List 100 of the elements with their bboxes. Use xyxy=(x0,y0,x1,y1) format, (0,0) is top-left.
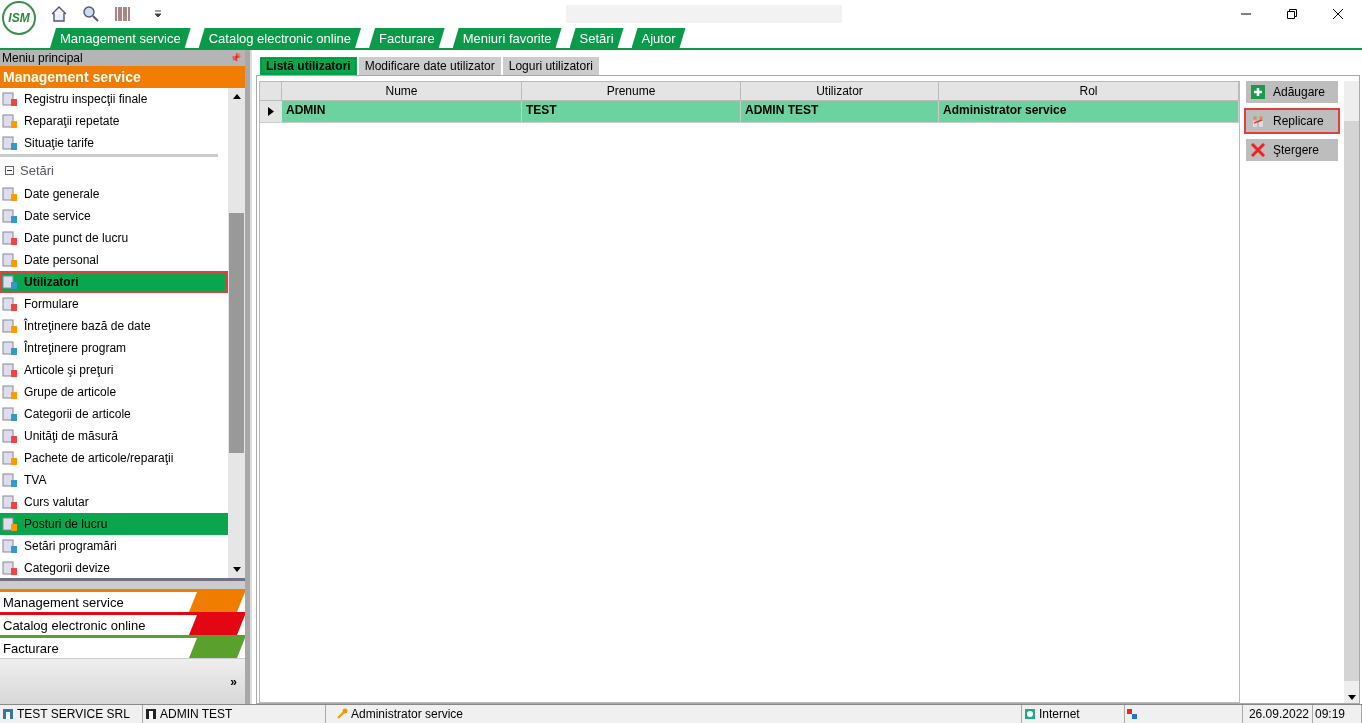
module-icon xyxy=(189,615,245,635)
scroll-down-icon[interactable] xyxy=(1347,695,1356,700)
key-icon xyxy=(336,708,348,720)
menu-item[interactable]: Articole şi preţuri xyxy=(0,359,228,381)
search-icon[interactable] xyxy=(82,5,100,23)
item-icon xyxy=(2,113,18,129)
tab[interactable]: Listă utilizatori xyxy=(260,57,357,75)
menu-item[interactable]: Setări programări xyxy=(0,535,228,557)
item-icon xyxy=(2,296,18,312)
menu-tab[interactable]: Management service xyxy=(50,28,191,48)
tab[interactable]: Loguri utilizatori xyxy=(502,57,599,75)
collapse-icon[interactable] xyxy=(5,165,14,175)
table-row[interactable]: ADMIN TEST ADMIN TEST Administrator service xyxy=(260,101,1239,123)
row-header[interactable] xyxy=(260,101,282,122)
scrollbar[interactable] xyxy=(228,88,245,578)
menu-item[interactable]: Pachete de articole/reparaţii xyxy=(0,447,228,469)
menu-item[interactable]: Unităţi de măsură xyxy=(0,425,228,447)
close-icon[interactable] xyxy=(1332,8,1344,20)
status-icon xyxy=(1127,709,1137,719)
company-name: TEST SERVICE SRL xyxy=(17,707,130,721)
module-button[interactable]: Management service xyxy=(0,589,245,612)
menu-tab[interactable]: Setări xyxy=(569,28,624,48)
user-role: Administrator service xyxy=(351,707,464,721)
more-button[interactable]: » xyxy=(230,674,237,689)
item-label: Date punct de lucru xyxy=(24,231,129,245)
user-name: ADMIN TEST xyxy=(160,707,233,721)
menu-item[interactable]: TVA xyxy=(0,469,228,491)
item-label: Registru inspecţii finale xyxy=(24,92,148,106)
scroll-up-icon[interactable] xyxy=(232,94,241,99)
scroll-thumb[interactable] xyxy=(229,213,244,453)
item-icon xyxy=(2,91,18,107)
table-cell: ADMIN xyxy=(282,101,522,122)
restore-icon[interactable] xyxy=(1286,8,1298,20)
home-icon[interactable] xyxy=(50,5,68,23)
action-button[interactable]: Adăugare xyxy=(1246,81,1338,103)
dropdown-icon[interactable] xyxy=(154,10,162,18)
building-icon xyxy=(2,708,14,720)
item-icon xyxy=(2,560,18,576)
group-header[interactable]: Setări xyxy=(0,154,218,183)
item-label: Date personal xyxy=(24,253,99,267)
item-label: Reparaţii repetate xyxy=(24,114,120,128)
time-label: 09:19 xyxy=(1315,707,1346,721)
menu-tab[interactable]: Catalog electronic online xyxy=(198,28,362,48)
menu-item[interactable]: Întreţinere bază de date xyxy=(0,315,228,337)
item-icon xyxy=(2,252,18,268)
item-label: Date service xyxy=(24,209,91,223)
menu-item[interactable]: Posturi de lucru xyxy=(0,513,228,535)
users-icon xyxy=(1251,114,1265,128)
menu-item[interactable]: Categorii devize xyxy=(0,557,228,578)
item-icon xyxy=(2,274,18,290)
panel-title: Meniu principal xyxy=(2,51,83,65)
item-icon xyxy=(2,516,18,532)
menu-item[interactable]: Date service xyxy=(0,205,228,227)
tab[interactable]: Modificare date utilizator xyxy=(358,57,501,75)
menu-item[interactable]: Utilizatori xyxy=(0,271,228,293)
item-label: Grupe de articole xyxy=(24,385,117,399)
menu-item[interactable]: Formulare xyxy=(0,293,228,315)
menu-item[interactable]: Reparaţii repetate xyxy=(0,110,228,132)
module-button[interactable]: Catalog electronic online xyxy=(0,612,245,635)
scroll-down-icon[interactable] xyxy=(232,567,241,572)
menu-item[interactable]: Curs valutar xyxy=(0,491,228,513)
action-button[interactable]: Ştergere xyxy=(1246,139,1338,161)
column-header[interactable]: Rol xyxy=(939,82,1239,101)
menu-tab[interactable]: Ajutor xyxy=(631,28,686,48)
menu-tab[interactable]: Facturare xyxy=(369,28,445,48)
item-icon xyxy=(2,135,18,151)
menu-item[interactable]: Date generale xyxy=(0,183,228,205)
item-icon xyxy=(2,318,18,334)
item-label: Formulare xyxy=(24,297,79,311)
menu-tab[interactable]: Meniuri favorite xyxy=(452,28,562,48)
person-icon xyxy=(145,708,157,720)
column-header[interactable]: Utilizator xyxy=(741,82,939,101)
item-label: Pachete de articole/reparaţii xyxy=(24,451,174,465)
menu-item[interactable]: Registru inspecţii finale xyxy=(0,88,228,110)
menu-item[interactable]: Grupe de articole xyxy=(0,381,228,403)
menu-item[interactable]: Situaţie tarife xyxy=(0,132,228,154)
action-button[interactable]: Replicare xyxy=(1246,110,1338,132)
item-icon xyxy=(2,208,18,224)
column-header[interactable]: Prenume xyxy=(522,82,741,101)
menu-item[interactable]: Întreţinere program xyxy=(0,337,228,359)
item-label: Întreţinere program xyxy=(24,341,127,355)
barcode-icon[interactable] xyxy=(114,5,132,23)
item-icon xyxy=(2,384,18,400)
menu-item[interactable]: Date punct de lucru xyxy=(0,227,228,249)
module-icon xyxy=(189,638,245,658)
menu-item[interactable]: Categorii de articole xyxy=(0,403,228,425)
item-icon xyxy=(2,230,18,246)
column-header[interactable]: Nume xyxy=(282,82,522,101)
item-label: Articole şi preţuri xyxy=(24,363,114,377)
table-cell: ADMIN TEST xyxy=(741,101,939,122)
item-label: Unităţi de măsură xyxy=(24,429,119,443)
item-icon xyxy=(2,186,18,202)
module-icon xyxy=(189,592,245,612)
delete-icon xyxy=(1251,143,1265,157)
item-icon xyxy=(2,428,18,444)
group-label: Setări xyxy=(20,162,54,178)
item-label: TVA xyxy=(24,473,47,487)
item-label: Categorii devize xyxy=(24,561,111,575)
splitter[interactable] xyxy=(0,578,245,589)
menu-item[interactable]: Date personal xyxy=(0,249,228,271)
